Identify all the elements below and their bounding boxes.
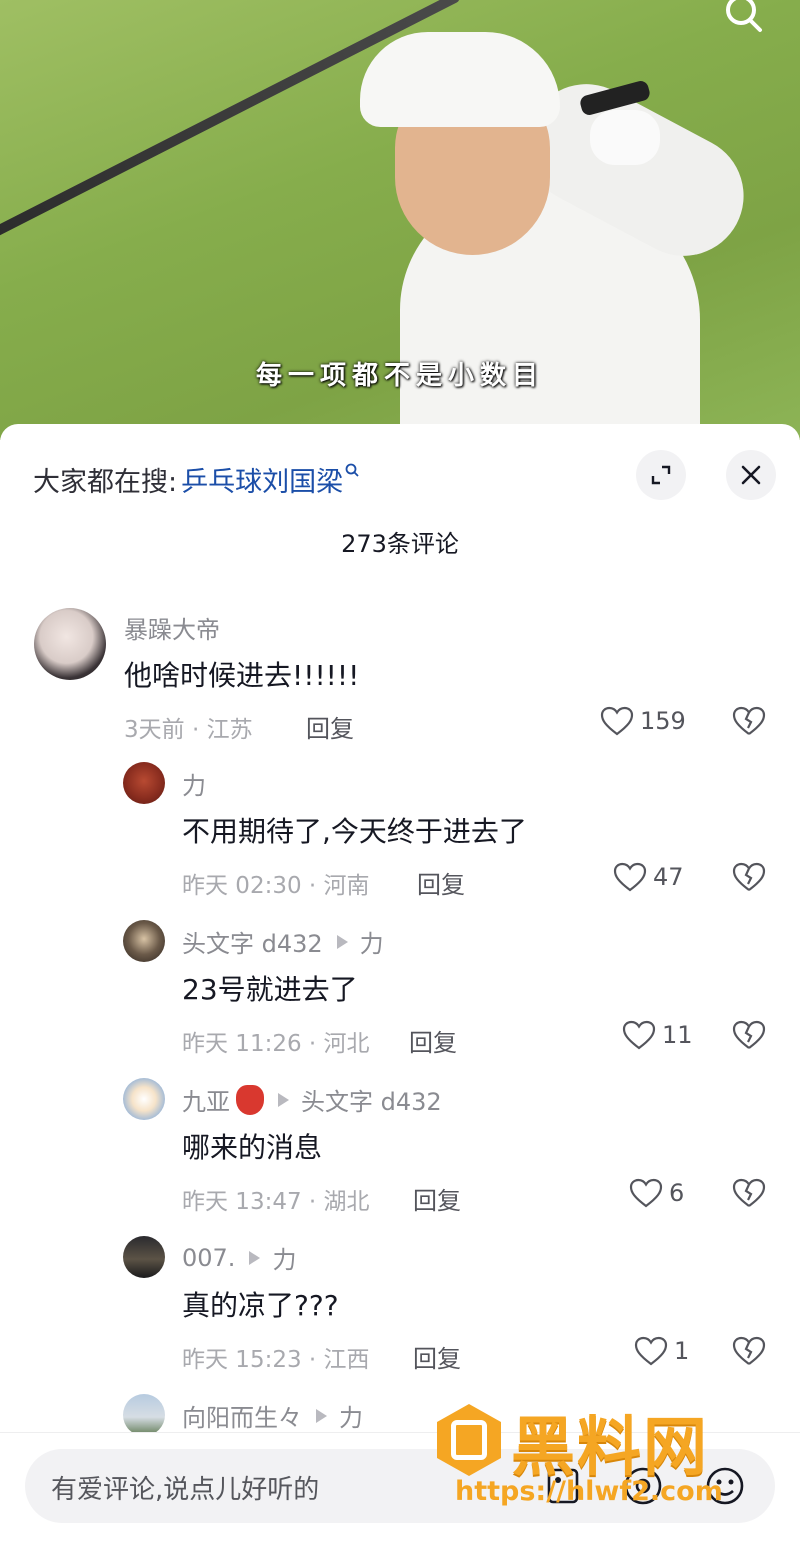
comment-text: 真的凉了??? bbox=[182, 1289, 339, 1322]
player-glove bbox=[590, 110, 660, 165]
comment-meta: 昨天 15:23 · 江西 bbox=[182, 1347, 370, 1373]
heart-icon bbox=[629, 1178, 663, 1208]
broken-heart-icon[interactable] bbox=[732, 1020, 766, 1050]
reply-item: 九亚 头文字 d432 哪来的消息 昨天 13:47 · 湖北 回复 6 bbox=[0, 1078, 800, 1218]
comment-meta: 昨天 11:26 · 河北 bbox=[182, 1031, 370, 1057]
comment-author[interactable]: 向阳而生々 力 bbox=[182, 1398, 363, 1433]
like-count: 1 bbox=[674, 1337, 690, 1365]
reply-arrow-icon bbox=[278, 1092, 289, 1107]
watermark-brand: 黑料网 bbox=[511, 1411, 709, 1485]
broken-heart-icon[interactable] bbox=[732, 1178, 766, 1208]
like-button[interactable]: 11 bbox=[622, 1020, 693, 1050]
video-caption: 每一项都不是小数目 bbox=[255, 361, 544, 391]
player-cap bbox=[360, 32, 560, 127]
avatar[interactable] bbox=[123, 1236, 165, 1278]
reply-button[interactable]: 回复 bbox=[409, 1023, 457, 1058]
comment-text: 23号就进去了 bbox=[182, 973, 358, 1006]
comment-meta: 昨天 02:30 · 河南 bbox=[182, 873, 370, 899]
heart-icon bbox=[613, 862, 647, 892]
reply-item: 007. 力 真的凉了??? 昨天 15:23 · 江西 回复 1 bbox=[0, 1236, 800, 1376]
avatar[interactable] bbox=[123, 1078, 165, 1120]
comment-text: 他啥时候进去!!!!!! bbox=[124, 659, 360, 692]
reply-item: 头文字 d432 力 23号就进去了 昨天 11:26 · 河北 回复 11 bbox=[0, 920, 800, 1060]
like-button[interactable]: 47 bbox=[613, 862, 684, 892]
comment-text: 不用期待了,今天终于进去了 bbox=[182, 815, 527, 848]
hot-search[interactable]: 大家都在搜: 乒乓球刘国梁 bbox=[33, 460, 359, 499]
reply-button[interactable]: 回复 bbox=[413, 1339, 461, 1374]
like-button[interactable]: 1 bbox=[634, 1336, 689, 1366]
like-count: 159 bbox=[640, 707, 686, 735]
comment-count: 273条评论 bbox=[341, 530, 459, 558]
expand-icon bbox=[651, 465, 671, 485]
golf-club bbox=[0, 0, 462, 255]
avatar[interactable] bbox=[123, 920, 165, 962]
like-count: 47 bbox=[653, 863, 684, 891]
hot-search-term[interactable]: 乒乓球刘国梁 bbox=[181, 460, 343, 499]
like-count: 11 bbox=[662, 1021, 693, 1049]
comment-author[interactable]: 暴躁大帝 bbox=[124, 610, 220, 645]
reply-item: 力 不用期待了,今天终于进去了 昨天 02:30 · 河南 回复 47 bbox=[0, 762, 800, 902]
heart-icon bbox=[634, 1336, 668, 1366]
avatar[interactable] bbox=[123, 1394, 165, 1436]
avatar[interactable] bbox=[123, 762, 165, 804]
heart-icon bbox=[600, 706, 634, 736]
watermark-url: https://hlwf2.com bbox=[455, 1476, 723, 1507]
avatar[interactable] bbox=[34, 608, 106, 680]
comment-author[interactable]: 力 bbox=[182, 766, 206, 801]
like-count: 6 bbox=[669, 1179, 685, 1207]
reply-button[interactable]: 回复 bbox=[417, 865, 465, 900]
comment-meta: 昨天 13:47 · 湖北 bbox=[182, 1189, 370, 1215]
comment-input-placeholder: 有爱评论,说点儿好听的 bbox=[51, 1475, 320, 1505]
heart-icon bbox=[622, 1020, 656, 1050]
hot-search-label: 大家都在搜: bbox=[33, 467, 178, 498]
video-player[interactable]: 每一项都不是小数目 bbox=[0, 0, 800, 440]
mask-emoji-icon bbox=[236, 1084, 264, 1115]
comment-item: 暴躁大帝 他啥时候进去!!!!!! 3天前 · 江苏 回复 159 bbox=[0, 606, 800, 746]
close-icon bbox=[741, 465, 761, 485]
hot-search-icon bbox=[345, 462, 359, 481]
reply-button[interactable]: 回复 bbox=[306, 709, 354, 744]
comment-author[interactable]: 九亚 头文字 d432 bbox=[182, 1082, 442, 1117]
search-icon[interactable] bbox=[722, 0, 766, 38]
reply-arrow-icon bbox=[249, 1250, 261, 1265]
watermark: 黑料网 https://hlwf2.com bbox=[437, 1398, 777, 1518]
comment-text: 哪来的消息 bbox=[182, 1131, 323, 1164]
comment-meta: 3天前 · 江苏 bbox=[124, 717, 253, 743]
reply-button[interactable]: 回复 bbox=[413, 1181, 461, 1216]
like-button[interactable]: 6 bbox=[629, 1178, 684, 1208]
reply-arrow-icon bbox=[316, 1408, 327, 1423]
expand-button[interactable] bbox=[636, 450, 686, 500]
broken-heart-icon[interactable] bbox=[732, 1336, 766, 1366]
broken-heart-icon[interactable] bbox=[732, 862, 766, 892]
reply-arrow-icon bbox=[336, 934, 348, 949]
like-button[interactable]: 159 bbox=[600, 706, 686, 736]
broken-heart-icon[interactable] bbox=[732, 706, 766, 736]
comment-sheet: 大家都在搜: 乒乓球刘国梁 273条评论 暴躁大帝 他啥时候进去!!!!!! 3… bbox=[0, 424, 800, 1542]
comment-author[interactable]: 头文字 d432 力 bbox=[182, 924, 384, 959]
close-button[interactable] bbox=[726, 450, 776, 500]
watermark-logo-mark bbox=[451, 1420, 487, 1460]
comment-author[interactable]: 007. 力 bbox=[182, 1240, 296, 1275]
